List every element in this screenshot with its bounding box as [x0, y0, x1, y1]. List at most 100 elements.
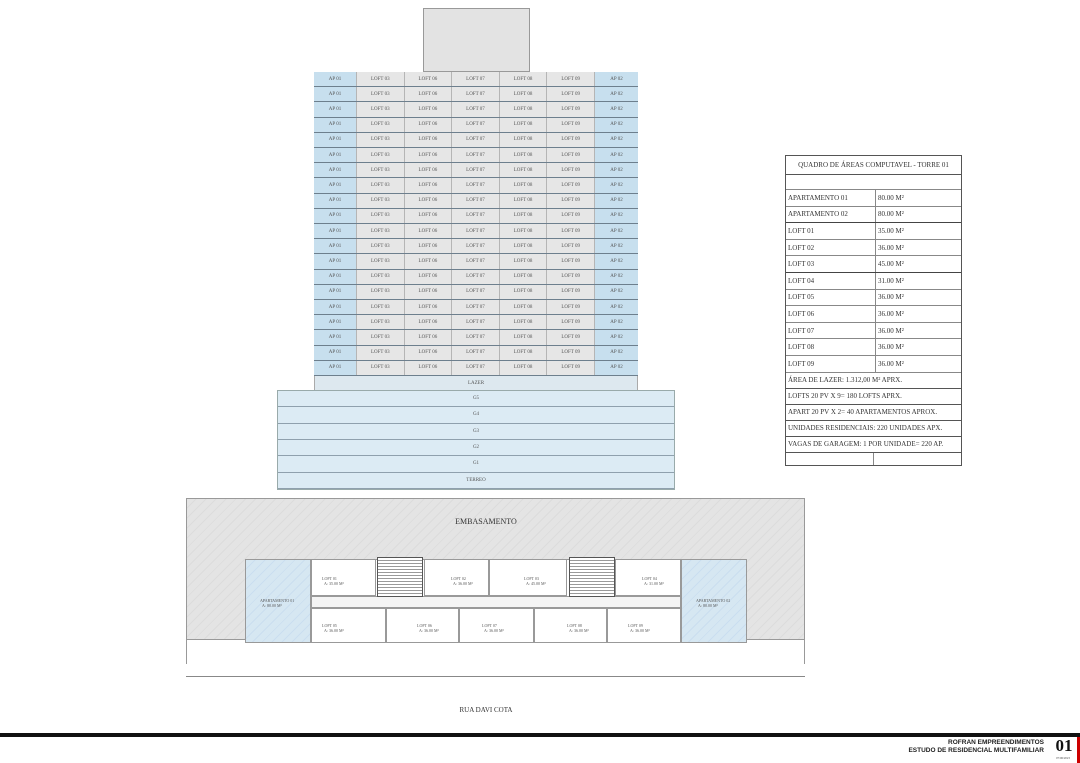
tower-loft-cell: LOFT 08 [499, 87, 548, 102]
areas-table-row: LOFT 06 36.00 M² [786, 306, 961, 323]
tower-loft-cell: LOFT 08 [499, 193, 548, 208]
loft-08-area: A: 36.00 M² [569, 628, 589, 633]
tower-floor: AP 01 LOFT 03 LOFT 06 LOFT 07 LOFT 08 LOFT 09… [314, 87, 638, 103]
loft-03-room: LOFT 03 A: 45.00 M² [489, 559, 567, 596]
tower-loft-cell: LOFT 06 [404, 208, 453, 223]
tower-apartment-cell: AP 01 [314, 163, 357, 178]
tower-loft-cell: LOFT 07 [452, 284, 500, 299]
unit-name: LOFT 07 [786, 322, 876, 339]
loft-09-area: A: 36.00 M² [630, 628, 650, 633]
tower-loft-cell: LOFT 07 [452, 239, 500, 254]
areas-table-row: APARTAMENTO 02 80.00 M² [786, 206, 961, 224]
tower-loft-cell: LOFT 07 [452, 102, 500, 117]
tower-loft-cell: LOFT 08 [499, 132, 548, 147]
tower-apartment-cell: AP 01 [314, 132, 357, 147]
tower-apartment-cell: AP 01 [314, 102, 357, 117]
tower-loft-cell: LOFT 07 [452, 360, 500, 375]
areas-table-row: LOFT 05 36.00 M² [786, 289, 961, 307]
loft-05-area: A: 36.00 M² [324, 628, 344, 633]
tower-loft-cell: LOFT 07 [452, 132, 500, 147]
tower-loft-cell: LOFT 06 [404, 224, 453, 239]
tower-loft-cell: LOFT 08 [499, 178, 548, 193]
tower-apartment-cell: AP 02 [594, 345, 638, 360]
tower-loft-cell: LOFT 08 [499, 224, 548, 239]
tower-loft-cell: LOFT 06 [404, 360, 453, 375]
areas-table-footer [786, 452, 961, 465]
tower-loft-cell: LOFT 03 [357, 300, 405, 315]
loft-02-area: A: 36.00 M² [453, 581, 473, 586]
tower-apartment-cell: AP 02 [594, 208, 638, 223]
tower-apartment-cell: AP 01 [314, 117, 357, 132]
tower-loft-cell: LOFT 09 [547, 178, 595, 193]
tower-loft-cell: LOFT 08 [499, 360, 548, 375]
tower-loft-cell: LOFT 09 [547, 254, 595, 269]
tower-apartment-cell: AP 01 [314, 345, 357, 360]
areas-table-note: VAGAS DE GARAGEM: 1 POR UNIDADE= 220 AP. [786, 437, 961, 453]
loft-02-room: LOFT 02 A: 36.00 M² [424, 559, 489, 596]
tower-apartment-cell: AP 02 [594, 72, 638, 87]
tower-floor: AP 01 LOFT 03 LOFT 06 LOFT 07 LOFT 08 LOFT 09… [314, 132, 638, 148]
corridor [311, 596, 681, 608]
loft-04-room: LOFT 04 A: 31.00 M² [615, 559, 681, 596]
tower-floor: AP 01 LOFT 03 LOFT 06 LOFT 07 LOFT 08 LOFT 09… [314, 224, 638, 240]
tower-loft-cell: LOFT 08 [499, 269, 548, 284]
tower-loft-cell: LOFT 07 [452, 87, 500, 102]
tower-floor: AP 01 LOFT 03 LOFT 06 LOFT 07 LOFT 08 LOFT 09… [314, 117, 638, 133]
unit-name: LOFT 05 [786, 289, 876, 306]
tower-apartment-cell: AP 02 [594, 117, 638, 132]
tower-loft-cell: LOFT 03 [357, 178, 405, 193]
unit-name: APARTAMENTO 01 [786, 190, 876, 206]
tower-loft-cell: LOFT 06 [404, 284, 453, 299]
tower-apartment-cell: AP 02 [594, 178, 638, 193]
tower-loft-cell: LOFT 08 [499, 72, 548, 87]
loft-01-area: A: 35.00 M² [324, 581, 344, 586]
unit-area: 36.00 M² [878, 309, 904, 318]
unit-name: LOFT 04 [786, 272, 876, 289]
areas-table-title: QUADRO DE ÁREAS COMPUTAVEL - TORRE 01 [786, 156, 961, 175]
tower-floor: AP 01 LOFT 03 LOFT 06 LOFT 07 LOFT 08 LOFT 09… [314, 178, 638, 194]
garage-level: TERREO [278, 472, 674, 489]
tower-loft-cell: LOFT 09 [547, 72, 595, 87]
tower-loft-cell: LOFT 07 [452, 208, 500, 223]
tower-loft-cell: LOFT 08 [499, 330, 548, 345]
tower-loft-cell: LOFT 03 [357, 315, 405, 330]
loft-09-room: LOFT 09 A: 36.00 M² [607, 608, 681, 643]
tower-loft-cell: LOFT 06 [404, 132, 453, 147]
embasamento-label: EMBASAMENTO [455, 517, 517, 526]
tower-apartment-cell: AP 01 [314, 269, 357, 284]
tower-apartment-cell: AP 02 [594, 254, 638, 269]
tower-loft-cell: LOFT 09 [547, 239, 595, 254]
tower-loft-cell: LOFT 03 [357, 345, 405, 360]
tower-loft-cell: LOFT 06 [404, 239, 453, 254]
garage-level: G3 [278, 423, 674, 440]
tower-loft-cell: LOFT 08 [499, 345, 548, 360]
tower-loft-cell: LOFT 08 [499, 284, 548, 299]
tower-apartment-cell: AP 01 [314, 330, 357, 345]
loft-07-room: LOFT 07 A: 36.00 M² [459, 608, 534, 643]
tower-loft-cell: LOFT 09 [547, 300, 595, 315]
tower-loft-cell: LOFT 09 [547, 193, 595, 208]
areas-table: QUADRO DE ÁREAS COMPUTAVEL - TORRE 01 AP… [785, 155, 962, 466]
tower-loft-cell: LOFT 03 [357, 254, 405, 269]
areas-table-row: LOFT 04 31.00 M² [786, 272, 961, 290]
unit-area: 31.00 M² [878, 276, 904, 285]
areas-table-row: LOFT 09 36.00 M² [786, 355, 961, 373]
apartment-02-room: APARTAMENTO 02 A: 80.00 M² [681, 559, 747, 643]
tower-floor: AP 01 LOFT 03 LOFT 06 LOFT 07 LOFT 08 LOFT 09… [314, 360, 638, 376]
unit-area: 45.00 M² [878, 260, 904, 269]
areas-table-rows: APARTAMENTO 01 80.00 M² APARTAMENTO 02 80.0… [786, 190, 961, 373]
title-block-bar [0, 733, 1080, 737]
tower-loft-cell: LOFT 07 [452, 178, 500, 193]
tower-loft-cell: LOFT 09 [547, 102, 595, 117]
tower-loft-cell: LOFT 08 [499, 208, 548, 223]
unit-name: LOFT 09 [786, 355, 876, 372]
tower-loft-cell: LOFT 08 [499, 300, 548, 315]
loft-03-area: A: 45.00 M² [526, 581, 546, 586]
tower-loft-cell: LOFT 09 [547, 224, 595, 239]
unit-area: 35.00 M² [878, 226, 904, 235]
tower-floor: AP 01 LOFT 03 LOFT 06 LOFT 07 LOFT 08 LOFT 09… [314, 345, 638, 361]
tower-apartment-cell: AP 02 [594, 148, 638, 163]
areas-table-row: APARTAMENTO 01 80.00 M² [786, 190, 961, 207]
apartment-01-area: A: 80.00 M² [262, 603, 282, 608]
tower-loft-cell: LOFT 06 [404, 330, 453, 345]
